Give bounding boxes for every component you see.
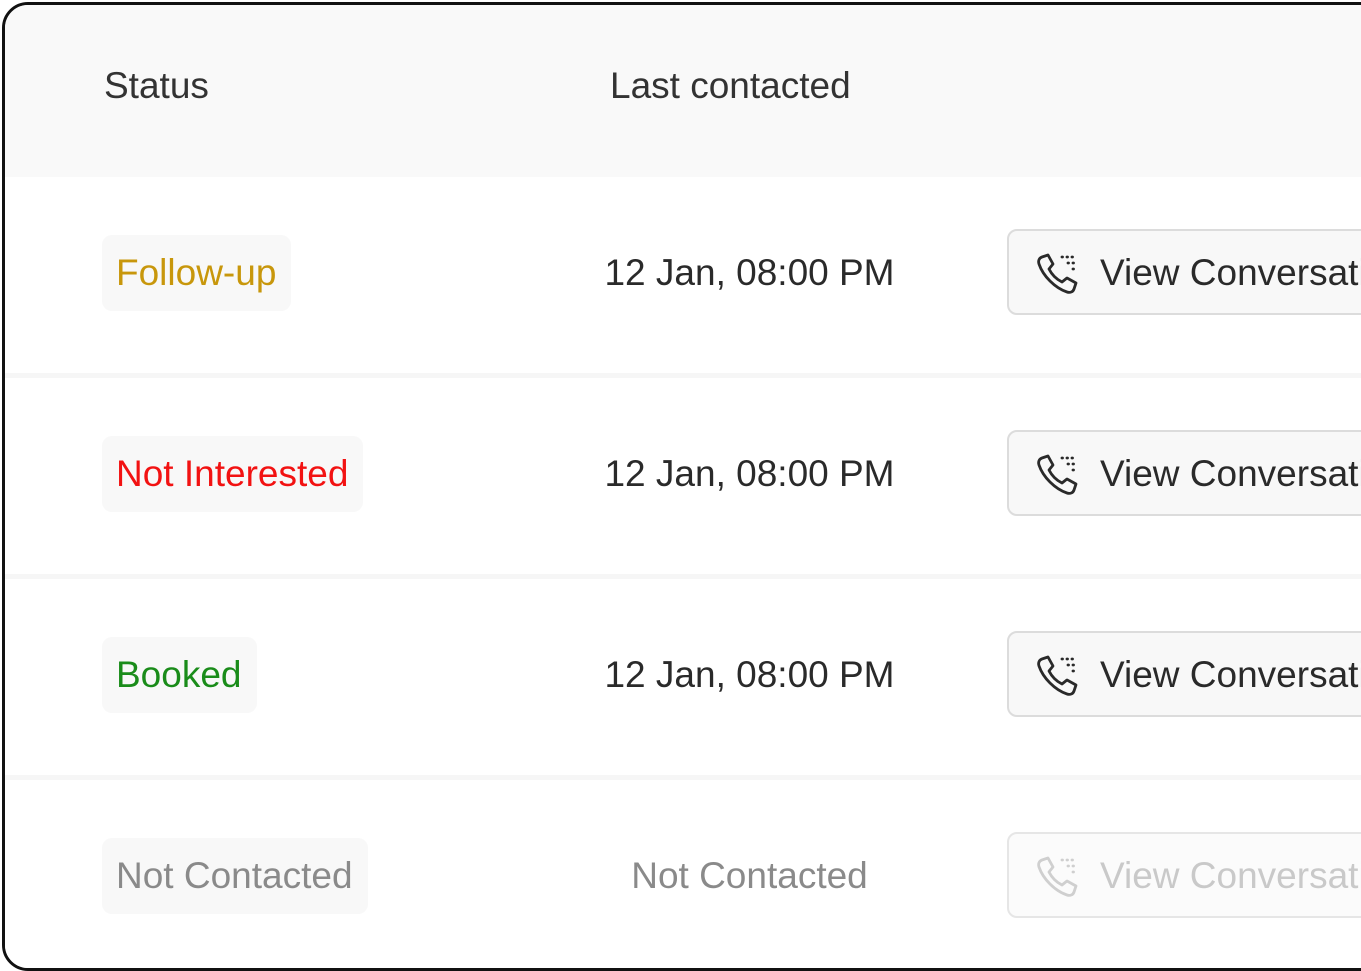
table-row: Not Interested 12 Jan, 08:00 PM View Con… (5, 378, 1361, 574)
table-row: Follow-up 12 Jan, 08:00 PM View Conversa… (5, 177, 1361, 373)
status-badge: Not Contacted (102, 838, 368, 914)
phone-call-icon (1037, 253, 1078, 294)
column-header-last-contacted[interactable]: Last contacted (610, 61, 851, 111)
last-contacted-value: 12 Jan, 08:00 PM (604, 654, 895, 695)
last-contacted-value: Not Contacted (631, 855, 868, 896)
view-conversation-button[interactable]: View Conversation (1007, 229, 1361, 315)
view-conversation-button-disabled: View Conversation (1007, 832, 1361, 918)
table-header: Status Last contacted (5, 5, 1361, 177)
phone-call-icon (1037, 655, 1078, 696)
status-badge: Follow-up (102, 235, 292, 311)
view-conversation-label: View Conversation (1100, 252, 1361, 293)
last-contacted-value: 12 Jan, 08:00 PM (604, 252, 895, 293)
last-contacted-value: 12 Jan, 08:00 PM (604, 453, 895, 494)
status-badge: Not Interested (102, 436, 364, 512)
column-header-status[interactable]: Status (104, 61, 209, 111)
view-conversation-button[interactable]: View Conversation (1007, 631, 1361, 717)
view-conversation-label: View Conversation (1100, 654, 1361, 695)
view-conversation-label: View Conversation (1100, 855, 1361, 896)
view-conversation-label: View Conversation (1100, 453, 1361, 494)
table-row: Not Contacted Not Contacted View Convers… (5, 780, 1361, 968)
phone-call-icon (1037, 856, 1078, 897)
view-conversation-button[interactable]: View Conversation (1007, 430, 1361, 516)
table-row: Booked 12 Jan, 08:00 PM View Conversatio… (5, 579, 1361, 775)
table-card: Status Last contacted Follow-up 12 Jan, … (2, 2, 1361, 971)
phone-call-icon (1037, 454, 1078, 495)
status-badge: Booked (102, 637, 257, 713)
